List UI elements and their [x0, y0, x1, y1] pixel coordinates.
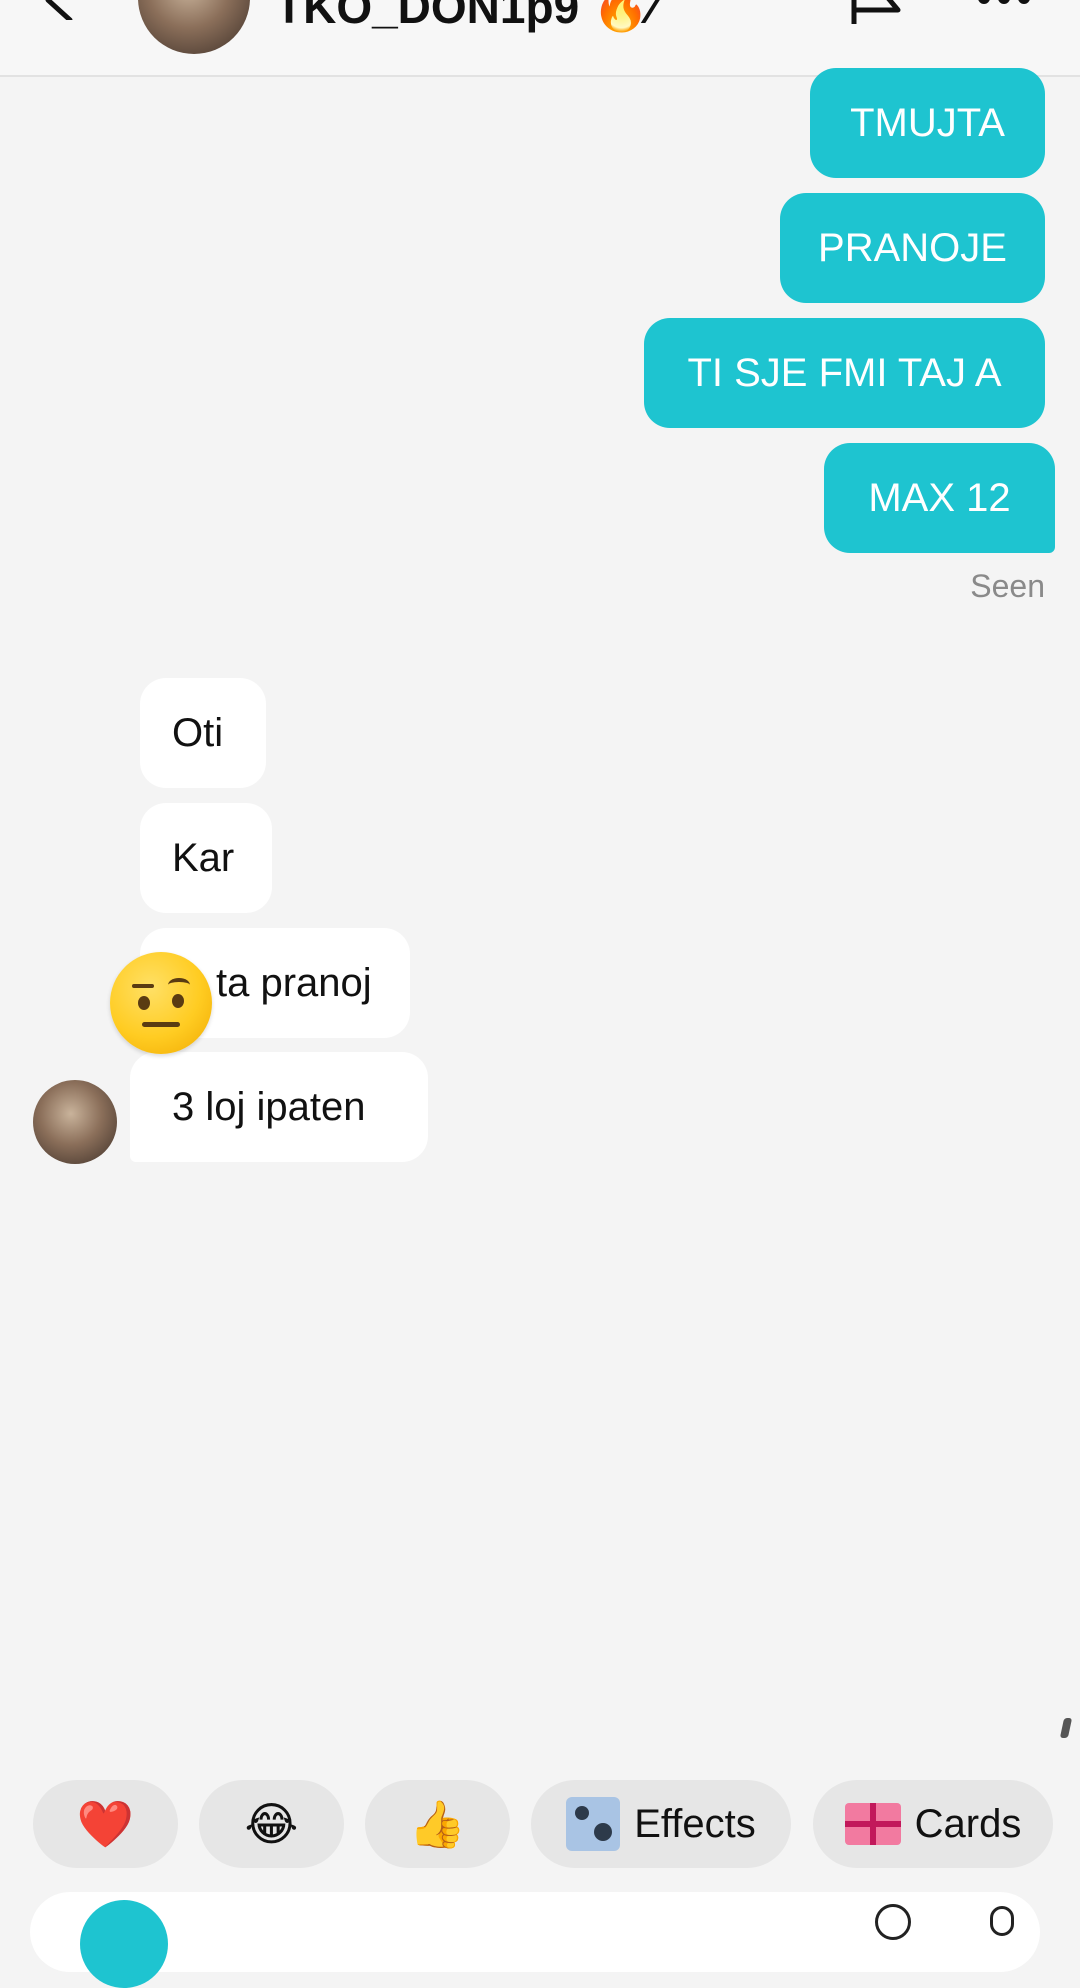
- raised-eyebrow-reaction-icon[interactable]: [110, 952, 212, 1054]
- cards-button[interactable]: Cards: [813, 1780, 1053, 1868]
- message-input-bar[interactable]: [30, 1892, 1040, 1988]
- message-text: MAX 12: [868, 475, 1011, 520]
- effects-label: Effects: [634, 1801, 756, 1846]
- sent-message[interactable]: MAX 12: [824, 443, 1055, 553]
- heart-icon: ❤️: [76, 1798, 135, 1850]
- sent-message[interactable]: TI SJE FMI TAJ A: [644, 318, 1045, 428]
- laugh-chip[interactable]: 😂: [199, 1780, 344, 1868]
- received-message[interactable]: Oti: [140, 678, 266, 788]
- sent-message[interactable]: PRANOJE: [780, 193, 1045, 303]
- sticker-icon[interactable]: [875, 1904, 911, 1940]
- message-text: PRANOJE: [818, 225, 1007, 270]
- message-text: 3 loj ipaten: [172, 1084, 366, 1129]
- chat-header: TKO_DON1p9 🔥⁄: [0, 0, 1080, 77]
- header-avatar[interactable]: [138, 0, 250, 54]
- chat-title[interactable]: TKO_DON1p9 🔥⁄: [275, 0, 657, 35]
- camera-effects-icon: [566, 1797, 621, 1851]
- more-dots-icon[interactable]: [974, 0, 1034, 10]
- message-text: TI SJE FMI TAJ A: [687, 350, 1002, 395]
- thumbs-up-chip[interactable]: 👍: [365, 1780, 510, 1868]
- laughing-face-icon: 😂: [244, 1798, 299, 1850]
- effects-button[interactable]: Effects: [531, 1780, 791, 1868]
- heart-chip[interactable]: ❤️: [33, 1780, 178, 1868]
- gift-icon: [844, 1803, 901, 1845]
- flag-icon[interactable]: [848, 0, 908, 24]
- received-message[interactable]: 3 loj ipaten: [130, 1052, 428, 1162]
- camera-button[interactable]: [80, 1900, 168, 1988]
- message-text: Kar: [172, 835, 235, 880]
- scrollbar-handle[interactable]: [1059, 1718, 1073, 1738]
- received-message[interactable]: Kar: [140, 803, 272, 913]
- microphone-icon[interactable]: [990, 1906, 1014, 1936]
- sender-avatar[interactable]: [33, 1080, 117, 1164]
- chevron-left-icon[interactable]: [40, 0, 80, 20]
- message-text: Oti: [172, 710, 224, 755]
- cards-label: Cards: [914, 1801, 1022, 1846]
- seen-status: Seen: [970, 568, 1045, 604]
- message-text: TMUJTA: [850, 100, 1005, 145]
- message-text: ta pranoj: [216, 960, 372, 1005]
- sent-message[interactable]: TMUJTA: [810, 68, 1045, 178]
- thumbs-up-icon: 👍: [408, 1798, 467, 1850]
- quick-actions-bar: ❤️ 😂 👍 Effects Cards: [0, 1780, 1080, 1870]
